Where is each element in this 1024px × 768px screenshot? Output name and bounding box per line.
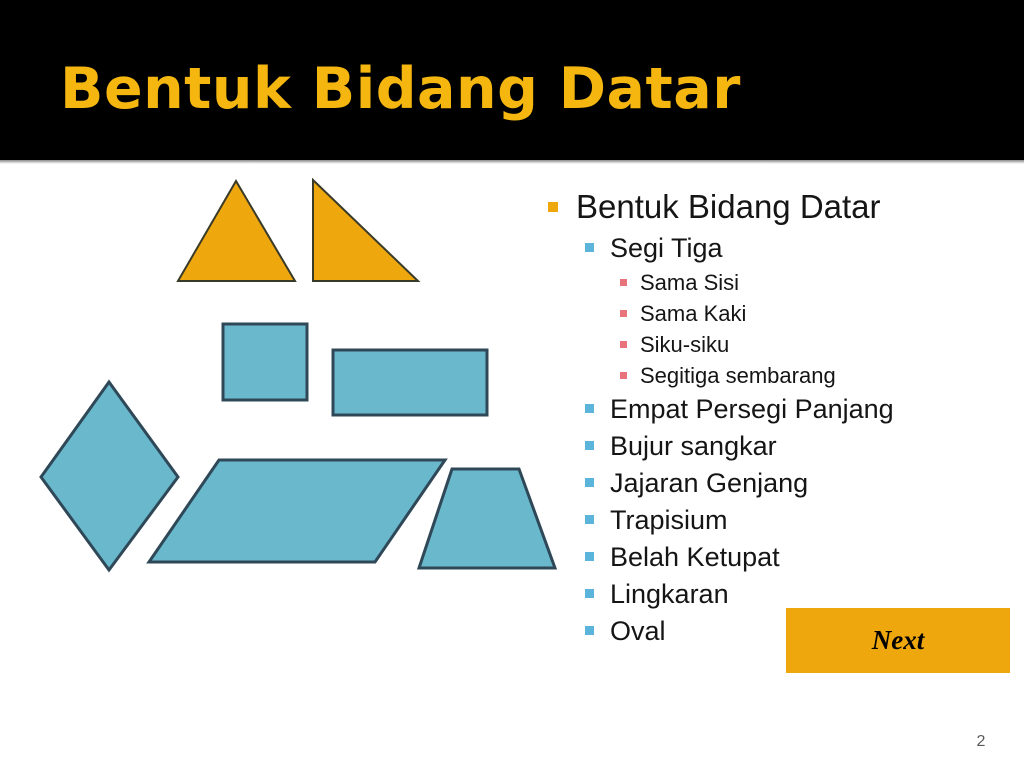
- outline-item-bujur-sangkar: Bujur sangkar: [548, 428, 1018, 464]
- outline-item-label: Trapisium: [610, 505, 728, 535]
- slide: Bentuk Bidang Datar Bentuk Bidang Datar …: [0, 0, 1024, 768]
- parallelogram-shape: [146, 458, 448, 564]
- shapes-illustration: [0, 160, 570, 720]
- outline-item-siku-siku: Siku-siku: [548, 329, 1018, 360]
- outline-item-segi-tiga: Segi Tiga: [548, 230, 1018, 266]
- next-button[interactable]: Next: [786, 608, 1010, 673]
- outline-item-label: Jajaran Genjang: [610, 468, 809, 498]
- square-shape: [221, 322, 309, 402]
- outline-item-segitiga-sembarang: Segitiga sembarang: [548, 360, 1018, 391]
- outline-item-sama-sisi: Sama Sisi: [548, 267, 1018, 298]
- outline-item-label: Siku-siku: [640, 332, 730, 357]
- bullet-square-icon: [585, 589, 594, 598]
- bullet-square-icon: [585, 626, 594, 635]
- outline-item-label: Lingkaran: [610, 579, 729, 609]
- bullet-square-icon: [548, 202, 558, 212]
- outline-item-empat-persegi-panjang: Empat Persegi Panjang: [548, 391, 1018, 427]
- right-triangle-shape: [312, 177, 421, 282]
- outline-heading-label: Bentuk Bidang Datar: [576, 188, 881, 225]
- bullet-square-icon: [585, 515, 594, 524]
- outline-item-lingkaran: Lingkaran: [548, 576, 1018, 612]
- outline-item-label: Bujur sangkar: [610, 431, 777, 461]
- bullet-square-icon: [585, 478, 594, 487]
- bullet-square-icon: [620, 279, 627, 286]
- bullet-square-icon: [620, 310, 627, 317]
- outline-item-jajaran-genjang: Jajaran Genjang: [548, 465, 1018, 501]
- outline-heading-item: Bentuk Bidang Datar: [548, 186, 1018, 228]
- outline-list: Bentuk Bidang Datar Segi Tiga Sama Sisi …: [548, 186, 1018, 650]
- bullet-square-icon: [585, 441, 594, 450]
- outline-item-label: Oval: [610, 616, 666, 646]
- page-number: 2: [976, 733, 986, 750]
- bullet-square-icon: [620, 372, 627, 379]
- outline-item-label: Segi Tiga: [610, 233, 723, 263]
- bullet-square-icon: [585, 552, 594, 561]
- equilateral-triangle-shape: [176, 179, 297, 282]
- rectangle-shape: [331, 348, 489, 417]
- outline-item-label: Segitiga sembarang: [640, 363, 836, 388]
- bullet-square-icon: [585, 243, 594, 252]
- outline-item-sama-kaki: Sama Kaki: [548, 298, 1018, 329]
- outline-item-label: Sama Kaki: [640, 301, 747, 326]
- outline-item-label: Empat Persegi Panjang: [610, 394, 894, 424]
- outline-item-label: Belah Ketupat: [610, 542, 780, 572]
- outline-item-label: Sama Sisi: [640, 270, 740, 295]
- rhombus-shape: [39, 379, 180, 573]
- bullet-square-icon: [585, 404, 594, 413]
- trapezoid-shape: [416, 467, 558, 570]
- bullet-square-icon: [620, 341, 627, 348]
- outline-item-belah-ketupat: Belah Ketupat: [548, 539, 1018, 575]
- outline-item-trapisium: Trapisium: [548, 502, 1018, 538]
- page-title: Bentuk Bidang Datar: [60, 56, 741, 122]
